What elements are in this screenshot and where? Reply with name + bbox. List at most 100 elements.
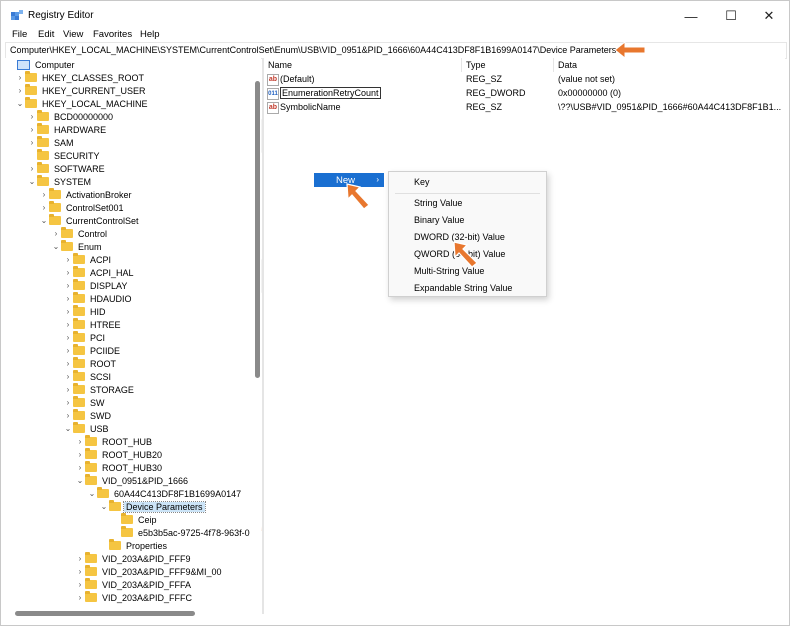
tree-horizontal-scrollbar[interactable] bbox=[15, 611, 195, 616]
chevron-down-icon[interactable]: ⌄ bbox=[39, 216, 49, 225]
tree-item[interactable]: › ACPI_HAL bbox=[63, 266, 136, 279]
tree-item[interactable]: › STORAGE bbox=[63, 383, 136, 396]
tree-item[interactable]: › VID_203A&PID_FFFA bbox=[75, 578, 193, 591]
tree-item[interactable]: › PCIIDE bbox=[63, 344, 122, 357]
tree-item[interactable]: ⌄ HKEY_LOCAL_MACHINE bbox=[15, 97, 150, 110]
tree-item[interactable]: › SWD bbox=[63, 409, 113, 422]
value-row[interactable]: ab SymbolicName REG_SZ \??\USB#VID_0951&PID… bbox=[264, 101, 785, 114]
chevron-right-icon[interactable]: › bbox=[75, 463, 85, 472]
chevron-down-icon[interactable]: ⌄ bbox=[75, 476, 85, 485]
address-bar[interactable]: Computer\HKEY_LOCAL_MACHINE\SYSTEM\Curre… bbox=[5, 42, 787, 59]
chevron-right-icon[interactable]: › bbox=[63, 346, 73, 355]
chevron-right-icon[interactable]: › bbox=[27, 138, 37, 147]
value-row[interactable]: ab (Default) REG_SZ (value not set) bbox=[264, 73, 785, 86]
minimize-button[interactable]: — bbox=[671, 1, 711, 31]
maximize-button[interactable]: ☐ bbox=[711, 1, 751, 31]
tree-item[interactable]: › HARDWARE bbox=[27, 123, 108, 136]
chevron-right-icon[interactable]: › bbox=[63, 333, 73, 342]
tree-item[interactable]: ⌄ SYSTEM bbox=[27, 175, 93, 188]
chevron-right-icon[interactable]: › bbox=[75, 593, 85, 602]
chevron-down-icon[interactable]: ⌄ bbox=[27, 177, 37, 186]
column-divider[interactable] bbox=[461, 58, 462, 72]
tree-item[interactable]: › ROOT bbox=[63, 357, 118, 370]
key-tree-pane[interactable]: Computer › HKEY_CLASSES_ROOT › HKEY_CURRENT_… bbox=[5, 58, 261, 614]
tree-item[interactable]: › HTREE bbox=[63, 318, 123, 331]
chevron-right-icon[interactable]: › bbox=[63, 359, 73, 368]
chevron-right-icon[interactable]: › bbox=[15, 73, 25, 82]
menu-view[interactable]: View bbox=[63, 29, 83, 40]
chevron-right-icon[interactable]: › bbox=[63, 385, 73, 394]
column-header-type[interactable]: Type bbox=[466, 60, 486, 70]
column-divider[interactable] bbox=[553, 58, 554, 72]
value-row[interactable]: 011 EnumerationRetryCount REG_DWORD 0x00000… bbox=[264, 87, 785, 100]
tree-item[interactable]: › Control bbox=[51, 227, 109, 240]
tree-item[interactable]: › ROOT_HUB30 bbox=[75, 461, 164, 474]
menu-edit[interactable]: Edit bbox=[38, 29, 54, 40]
chevron-right-icon[interactable]: › bbox=[75, 554, 85, 563]
tree-item[interactable]: › VID_203A&PID_FFFC bbox=[75, 591, 194, 604]
chevron-right-icon[interactable]: › bbox=[75, 580, 85, 589]
chevron-right-icon[interactable]: › bbox=[75, 450, 85, 459]
chevron-down-icon[interactable]: ⌄ bbox=[87, 489, 97, 498]
menu-favorites[interactable]: Favorites bbox=[93, 29, 132, 40]
chevron-right-icon[interactable]: › bbox=[75, 567, 85, 576]
tree-item[interactable]: Properties bbox=[99, 539, 169, 552]
tree-item[interactable]: Computer bbox=[7, 58, 77, 71]
tree-item[interactable]: › SOFTWARE bbox=[27, 162, 107, 175]
tree-item[interactable]: ⌄ CurrentControlSet bbox=[39, 214, 141, 227]
tree-item[interactable]: › ActivationBroker bbox=[39, 188, 134, 201]
tree-item[interactable]: › SAM bbox=[27, 136, 76, 149]
column-header-data[interactable]: Data bbox=[558, 60, 577, 70]
close-button[interactable]: ✕ bbox=[749, 1, 789, 31]
tree-item[interactable]: › PCI bbox=[63, 331, 107, 344]
column-header-name[interactable]: Name bbox=[268, 60, 292, 70]
tree-item[interactable]: SECURITY bbox=[27, 149, 102, 162]
tree-item[interactable]: ⌄ USB bbox=[63, 422, 111, 435]
chevron-down-icon[interactable]: ⌄ bbox=[15, 99, 25, 108]
chevron-right-icon[interactable]: › bbox=[27, 125, 37, 134]
scrollbar-thumb[interactable] bbox=[255, 81, 260, 378]
submenu-string-value[interactable]: String Value bbox=[414, 198, 462, 208]
tree-item[interactable]: › HDAUDIO bbox=[63, 292, 134, 305]
chevron-right-icon[interactable]: › bbox=[63, 255, 73, 264]
value-name-edit-field[interactable]: EnumerationRetryCount bbox=[280, 87, 381, 99]
tree-item[interactable]: › VID_203A&PID_FFF9&MI_00 bbox=[75, 565, 224, 578]
tree-item[interactable]: › ROOT_HUB bbox=[75, 435, 154, 448]
chevron-right-icon[interactable]: › bbox=[51, 229, 61, 238]
tree-item[interactable]: ⌄ 60A44C413DF8F1B1699A0147 bbox=[87, 487, 243, 500]
chevron-right-icon[interactable]: › bbox=[27, 164, 37, 173]
tree-item[interactable]: › BCD00000000 bbox=[27, 110, 115, 123]
tree-item[interactable]: › DISPLAY bbox=[63, 279, 129, 292]
tree-item[interactable]: › HKEY_CURRENT_USER bbox=[15, 84, 148, 97]
chevron-right-icon[interactable]: › bbox=[63, 281, 73, 290]
chevron-right-icon[interactable]: › bbox=[63, 268, 73, 277]
tree-item-selected[interactable]: ⌄ Device Parameters bbox=[99, 500, 206, 513]
chevron-right-icon[interactable]: › bbox=[63, 320, 73, 329]
tree-item[interactable]: › VID_203A&PID_FFF9 bbox=[75, 552, 193, 565]
tree-item[interactable]: e5b3b5ac-9725-4f78-963f-0 bbox=[111, 526, 252, 539]
tree-item[interactable]: › SW bbox=[63, 396, 107, 409]
chevron-right-icon[interactable]: › bbox=[39, 203, 49, 212]
chevron-right-icon[interactable]: › bbox=[15, 86, 25, 95]
chevron-right-icon[interactable]: › bbox=[39, 190, 49, 199]
tree-item[interactable]: › ControlSet001 bbox=[39, 201, 126, 214]
chevron-right-icon[interactable]: › bbox=[27, 112, 37, 121]
chevron-right-icon[interactable]: › bbox=[63, 294, 73, 303]
tree-item[interactable]: ⌄ Enum bbox=[51, 240, 104, 253]
chevron-right-icon[interactable]: › bbox=[63, 411, 73, 420]
tree-item[interactable]: › HID bbox=[63, 305, 108, 318]
tree-item[interactable]: › ACPI bbox=[63, 253, 113, 266]
tree-item[interactable]: Ceip bbox=[111, 513, 159, 526]
menu-file[interactable]: File bbox=[12, 29, 27, 40]
submenu-binary-value[interactable]: Binary Value bbox=[414, 215, 464, 225]
submenu-key[interactable]: Key bbox=[414, 177, 430, 187]
chevron-down-icon[interactable]: ⌄ bbox=[63, 424, 73, 433]
chevron-right-icon[interactable]: › bbox=[63, 398, 73, 407]
value-list-pane[interactable]: Name Type Data ab (Default) REG_SZ (value n… bbox=[264, 58, 785, 614]
tree-item[interactable]: › SCSI bbox=[63, 370, 113, 383]
chevron-down-icon[interactable]: ⌄ bbox=[51, 242, 61, 251]
menu-help[interactable]: Help bbox=[140, 29, 160, 40]
tree-item[interactable]: › HKEY_CLASSES_ROOT bbox=[15, 71, 146, 84]
chevron-right-icon[interactable]: › bbox=[75, 437, 85, 446]
chevron-down-icon[interactable]: ⌄ bbox=[99, 502, 109, 511]
